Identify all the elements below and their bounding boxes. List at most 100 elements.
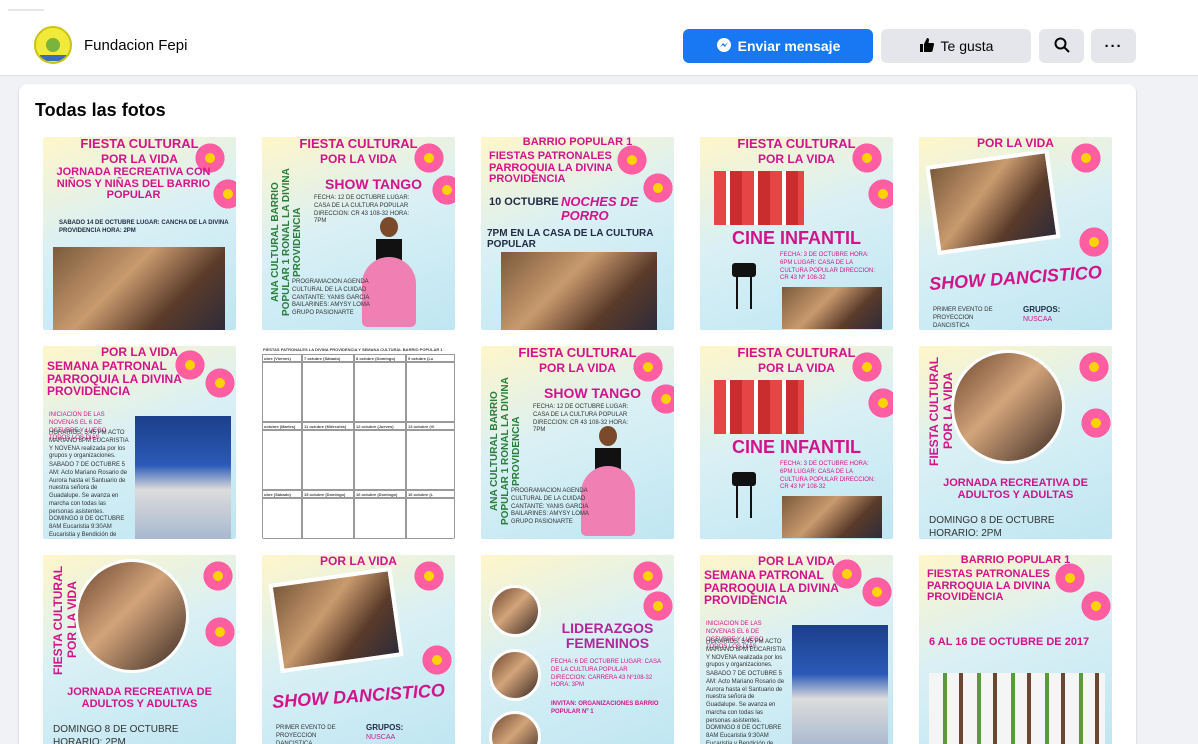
- photo-tile[interactable]: FIESTA CULTURAL POR LA VIDA CINE INFANTI…: [700, 137, 893, 330]
- search-icon: [1054, 37, 1070, 56]
- schedule-header-cell: octubre (Martes): [262, 422, 302, 430]
- poster-subheader: POR LA VIDA: [758, 361, 835, 375]
- top-strip: [0, 0, 1198, 18]
- camera-body: [732, 472, 756, 486]
- poster-saturday: SABADO 7 DE OCTUBRE 5 AM: Acto Mariano R…: [49, 462, 128, 515]
- poster-info: 7PM EN LA CASA DE LA CULTURA POPULAR: [487, 228, 654, 250]
- poster-info: PRIMER EVENTO DE PROYECCION DANCISTICA: [933, 307, 993, 329]
- schedule-header-cell: 13 octubre (Vi: [406, 422, 455, 430]
- schedule-cell: [406, 362, 455, 422]
- poster-header: POR LA VIDA: [977, 137, 1054, 150]
- camera-tripod: [736, 277, 752, 309]
- poster-invite: INVITAN: ORGANIZACIONES BARRIO POPULAR N…: [551, 701, 659, 715]
- poster-title: FIESTAS PATRONALES PARROQUIA LA DIVINA P…: [489, 150, 613, 186]
- photo-tile[interactable]: FIESTA CULTURAL POR LA VIDA CINE INFANTI…: [700, 346, 893, 539]
- poster-subheader: POR LA VIDA: [539, 361, 616, 375]
- photo-tile[interactable]: FIESTA CULTURAL POR LA VIDA JORNADA RECR…: [43, 137, 236, 330]
- poster-vertical-text: FIESTA CULTURAL POR LA VIDA: [51, 565, 79, 675]
- photos-card: Todas las fotos FIESTA CULTURAL POR LA V…: [19, 84, 1136, 744]
- photo-tile[interactable]: BARRIO POPULAR 1 FIESTAS PATRONALES PARR…: [481, 137, 674, 330]
- poster-hours: HORARIOS: 5:45 PM ACTO MARIANO 6PM EUCAR…: [49, 430, 129, 460]
- dancers-photo: [501, 252, 657, 330]
- thumbs-up-icon: [919, 37, 935, 56]
- poster-date: DOMINGO 8 DE OCTUBRE: [929, 515, 1055, 526]
- poster-header: FIESTA CULTURAL: [737, 346, 856, 360]
- schedule-header-cell: 9 octubre (Lu: [406, 354, 455, 362]
- dancers-photo: [714, 171, 804, 225]
- photo-tile[interactable]: FIESTA CULTURAL POR LA VIDA JORNADA RECR…: [43, 555, 236, 744]
- like-button[interactable]: Te gusta: [881, 29, 1031, 63]
- photo-tile[interactable]: BARRIO POPULAR 1 FIESTAS PATRONALES PARR…: [919, 555, 1112, 744]
- dancer-head: [380, 217, 398, 237]
- photo-tile[interactable]: LIDERAZGOS FEMENINOS FECHA: 6 DE OCTUBRE…: [481, 555, 674, 744]
- flower-decoration: [866, 177, 893, 211]
- poster-title: JORNADA RECREATIVA DE ADULTOS Y ADULTAS: [943, 477, 1088, 501]
- avatar-mark: [46, 38, 60, 52]
- poster-title: FIESTAS PATRONALES PARROQUIA LA DIVINA P…: [927, 568, 1051, 604]
- search-button[interactable]: [1039, 29, 1084, 63]
- couple-photo: [925, 148, 1061, 256]
- camera-body: [732, 263, 756, 277]
- woman-photo: [489, 649, 541, 701]
- flower-decoration: [860, 575, 893, 609]
- photo-tile[interactable]: POR LA VIDA SHOW DANCISTICO PRIMER EVENT…: [262, 555, 455, 744]
- photo-tile[interactable]: FIESTAS PATRONALES LA DIVINA PROVIDENCIA…: [262, 346, 455, 539]
- poster-header: POR LA VIDA: [101, 346, 178, 359]
- women-photo: [951, 350, 1065, 464]
- schedule-title: FIESTAS PATRONALES LA DIVINA PROVIDENCIA…: [263, 347, 443, 352]
- flower-decoration: [631, 559, 665, 593]
- photo-tile[interactable]: POR LA VIDA SEMANA PATRONAL PARROQUIA LA…: [700, 555, 893, 744]
- poster-header: BARRIO POPULAR 1: [522, 137, 633, 148]
- camera-illustration: [728, 472, 758, 518]
- page-avatar[interactable]: [34, 26, 72, 64]
- poster-subheader: POR LA VIDA: [758, 152, 835, 166]
- poster-date: 10 OCTUBRE: [489, 196, 559, 208]
- poster-header: FIESTA CULTURAL: [737, 137, 856, 151]
- poster-title: SEMANA PATRONAL PARROQUIA LA DIVINA PROV…: [47, 359, 182, 399]
- kids-photo: [782, 287, 882, 329]
- photo-tile[interactable]: POR LA VIDA SEMANA PATRONAL PARROQUIA LA…: [43, 346, 236, 539]
- poster-header: POR LA VIDA: [758, 555, 835, 568]
- photo-tile[interactable]: FIESTA CULTURAL POR LA VIDA ANA CULTURAL…: [481, 346, 674, 539]
- schedule-cell: [302, 430, 354, 490]
- poster-header: BARRIO POPULAR 1: [960, 555, 1071, 566]
- section-title: Todas las fotos: [35, 100, 166, 120]
- poster-header: FIESTA CULTURAL: [518, 346, 637, 360]
- send-message-button[interactable]: Enviar mensaje: [683, 29, 873, 63]
- more-icon: ···: [1104, 37, 1123, 55]
- flower-decoration: [203, 615, 236, 649]
- poster-title: SHOW TANGO: [325, 176, 422, 192]
- virgin-statue-photo: [792, 625, 888, 744]
- virgin-statue-photo: [135, 416, 231, 539]
- camera-illustration: [728, 263, 758, 309]
- photo-tile[interactable]: FIESTA CULTURAL POR LA VIDA JORNADA RECR…: [919, 346, 1112, 539]
- poster-hour: HORARIO: 2PM: [53, 737, 126, 744]
- schedule-cell: [262, 430, 302, 490]
- schedule-header-cell: 7 octubre (Sábado): [302, 354, 354, 362]
- messenger-icon: [716, 37, 732, 56]
- poster-info: FECHA: 3 DE OCTUBRE HORA: 6PM LUGAR: CAS…: [780, 252, 875, 282]
- poster-title: LIDERAZGOS FEMENINOS: [561, 620, 654, 651]
- schedule-cell: [354, 362, 406, 422]
- flower-decoration: [1077, 225, 1111, 259]
- poster-info: PRIMER EVENTO DE PROYECCION DANCISTICA: [276, 725, 336, 744]
- page-header-bar: Fundacion Fepi Enviar mensaje Te gusta ·…: [0, 18, 1198, 76]
- page-name[interactable]: Fundacion Fepi: [84, 37, 187, 54]
- more-button[interactable]: ···: [1091, 29, 1136, 63]
- poster-program: PROGRAMACION AGENDA CULTURAL DE LA CUIDA…: [511, 488, 589, 526]
- photo-tile[interactable]: POR LA VIDA SHOW DANCISTICO PRIMER EVENT…: [919, 137, 1112, 330]
- poster-header: FIESTA CULTURAL: [299, 137, 418, 151]
- poster-title: CINE INFANTIL: [732, 437, 861, 457]
- send-message-label: Enviar mensaje: [737, 38, 841, 54]
- poster-title: JORNADA RECREATIVA DE ADULTOS Y ADULTAS: [67, 686, 212, 710]
- poster-date: 6 AL 16 DE OCTUBRE DE 2017: [929, 636, 1090, 648]
- schedule-header-cell: 12 octubre (Jueves): [354, 422, 406, 430]
- camera-tripod: [736, 486, 752, 518]
- poster-info: FECHA: 3 DE OCTUBRE HORA: 6PM LUGAR: CAS…: [780, 461, 875, 491]
- schedule-header-cell: 16 octubre (Domingo): [354, 490, 406, 498]
- flower-decoration: [1079, 589, 1112, 623]
- schedule-header-cell: ubre (Sábado): [262, 490, 302, 498]
- photo-tile[interactable]: FIESTA CULTURAL POR LA VIDA ANA CULTURAL…: [262, 137, 455, 330]
- poster-script: NOCHES DE PORRO: [561, 194, 639, 223]
- schedule-cell: [354, 430, 406, 490]
